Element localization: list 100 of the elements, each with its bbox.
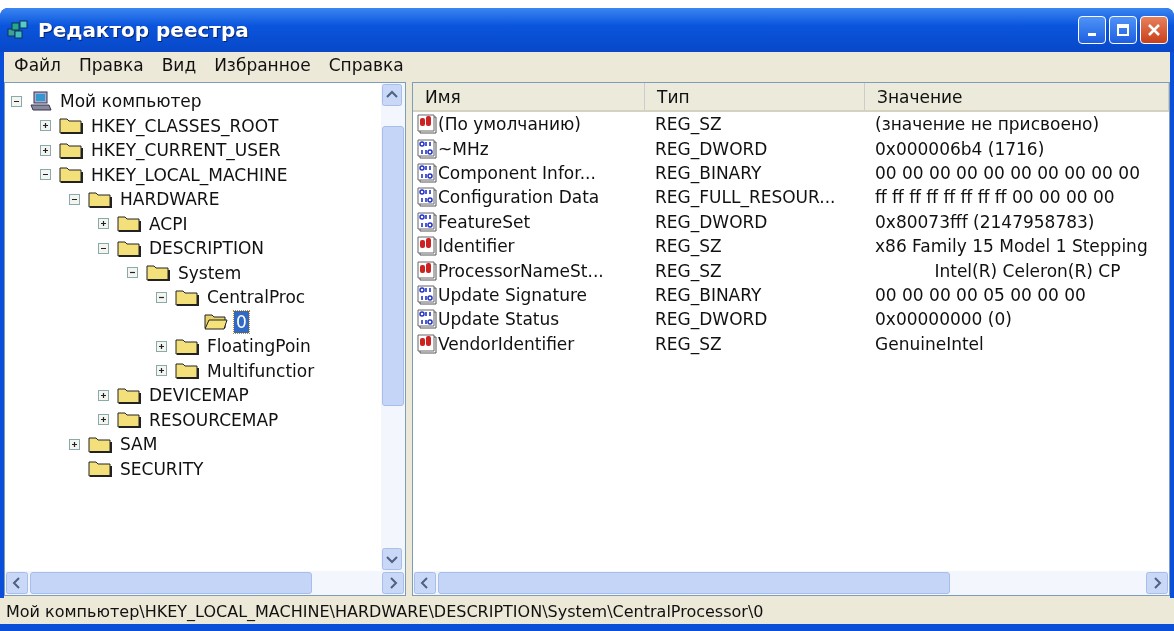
menu-item[interactable]: Избранное bbox=[214, 55, 311, 75]
value-data: 0x000006b4 (1716) bbox=[874, 138, 1046, 159]
value-name[interactable]: (По умолчанию) bbox=[438, 114, 581, 135]
value-data: 0x00000000 (0) bbox=[874, 309, 1013, 330]
scroll-thumb[interactable] bbox=[438, 572, 950, 594]
tree-item[interactable]: FloatingPoin bbox=[205, 335, 313, 358]
tree-item[interactable]: System bbox=[176, 261, 244, 284]
value-data: Intel(R) Celeron(R) CP bbox=[933, 260, 1122, 281]
collapse-icon[interactable] bbox=[98, 242, 109, 254]
value-data: 00 00 00 00 00 00 00 00 00 00 bbox=[874, 162, 1141, 183]
column-header[interactable]: Имя bbox=[413, 83, 645, 110]
folder-icon bbox=[59, 116, 83, 136]
tree-item[interactable]: ACPI bbox=[147, 212, 190, 235]
maximize-button[interactable] bbox=[1109, 16, 1137, 44]
menu-item[interactable]: Вид bbox=[161, 55, 197, 75]
tree-item[interactable]: CentralProc bbox=[205, 286, 308, 309]
tree-item[interactable]: RESOURCEMAP bbox=[147, 408, 281, 431]
tree-item[interactable]: 0 bbox=[234, 310, 249, 333]
menu-item[interactable]: Правка bbox=[78, 55, 144, 75]
scroll-right-icon[interactable] bbox=[382, 572, 404, 594]
tree-item[interactable]: Multifunctior bbox=[205, 359, 317, 382]
folder-icon bbox=[117, 385, 141, 405]
scroll-up-icon[interactable] bbox=[382, 84, 402, 106]
maximize-icon bbox=[1116, 23, 1130, 37]
expand-icon[interactable] bbox=[40, 120, 51, 132]
tree-item[interactable]: Мой компьютер bbox=[58, 90, 204, 113]
horizontal-scrollbar[interactable] bbox=[5, 571, 405, 595]
collapse-icon[interactable] bbox=[69, 193, 80, 205]
value-type: REG_BINARY bbox=[654, 162, 763, 183]
value-name[interactable]: FeatureSet bbox=[438, 211, 531, 232]
tree-item[interactable]: HKEY_CLASSES_ROOT bbox=[89, 114, 281, 137]
value-data: ff ff ff ff ff ff ff ff 00 00 00 00 bbox=[874, 187, 1116, 208]
folder-icon bbox=[117, 238, 141, 258]
expand-icon[interactable] bbox=[98, 389, 109, 401]
expand-icon[interactable] bbox=[156, 340, 167, 352]
string-value-icon bbox=[417, 333, 437, 354]
scroll-left-icon[interactable] bbox=[414, 572, 436, 594]
scroll-right-icon[interactable] bbox=[1146, 572, 1168, 594]
expand-icon[interactable] bbox=[40, 144, 51, 156]
tree-item[interactable]: HKEY_LOCAL_MACHINE bbox=[89, 163, 290, 186]
folder-icon bbox=[146, 263, 170, 283]
tree-item[interactable]: SAM bbox=[118, 433, 160, 456]
close-icon bbox=[1147, 23, 1161, 37]
value-type: REG_SZ bbox=[654, 260, 723, 281]
value-type: REG_SZ bbox=[654, 114, 723, 135]
string-value-icon bbox=[417, 236, 437, 257]
tree-item[interactable]: HARDWARE bbox=[118, 188, 222, 211]
menu-item[interactable]: Справка bbox=[328, 55, 404, 75]
collapse-icon[interactable] bbox=[127, 267, 138, 279]
string-value-icon bbox=[417, 114, 437, 135]
column-header[interactable]: Значение bbox=[865, 83, 1169, 110]
menu-item[interactable]: Файл bbox=[14, 55, 61, 75]
folder-icon bbox=[88, 434, 112, 454]
computer-icon bbox=[30, 91, 52, 112]
value-data: GenuineIntel bbox=[874, 333, 985, 354]
collapse-icon[interactable] bbox=[156, 291, 167, 303]
value-type: REG_DWORD bbox=[654, 138, 769, 159]
binary-value-icon bbox=[417, 187, 437, 208]
value-type: REG_BINARY bbox=[654, 284, 763, 305]
expand-icon[interactable] bbox=[69, 438, 80, 450]
tree-item[interactable]: DESCRIPTION bbox=[147, 237, 267, 260]
value-name[interactable]: Update Signature bbox=[438, 284, 587, 305]
value-name[interactable]: Configuration Data bbox=[438, 187, 600, 208]
tree-item[interactable]: SECURITY bbox=[118, 457, 206, 480]
status-bar: Мой компьютер\HKEY_LOCAL_MACHINE\HARDWARE\DESCRIPTION\System\CentralProcessor\0 bbox=[0, 598, 1174, 627]
value-name[interactable]: Component Infor... bbox=[438, 162, 596, 183]
folder-icon bbox=[175, 361, 199, 381]
value-data: x86 Family 15 Model 1 Stepping bbox=[874, 236, 1149, 257]
tree-item[interactable]: HKEY_CURRENT_USER bbox=[89, 139, 283, 162]
value-name[interactable]: Update Status bbox=[438, 309, 560, 330]
value-type: REG_SZ bbox=[654, 333, 723, 354]
expand-icon[interactable] bbox=[156, 365, 167, 377]
scroll-thumb[interactable] bbox=[382, 126, 404, 406]
vertical-scrollbar[interactable] bbox=[381, 83, 405, 571]
horizontal-scrollbar[interactable] bbox=[413, 571, 1169, 595]
expand-icon[interactable] bbox=[98, 414, 109, 426]
collapse-icon[interactable] bbox=[11, 95, 22, 107]
folder-icon bbox=[88, 459, 112, 479]
folder-icon bbox=[88, 189, 112, 209]
minimize-button[interactable] bbox=[1078, 16, 1106, 44]
folder-icon bbox=[59, 165, 83, 185]
folder-icon bbox=[117, 410, 141, 430]
scroll-thumb[interactable] bbox=[30, 572, 312, 594]
value-name[interactable]: ProcessorNameSt... bbox=[438, 260, 604, 281]
value-name[interactable]: Identifier bbox=[438, 236, 515, 257]
folder-icon bbox=[117, 214, 141, 234]
binary-value-icon bbox=[417, 138, 437, 159]
value-name[interactable]: ~MHz bbox=[438, 138, 489, 159]
scroll-left-icon[interactable] bbox=[6, 572, 28, 594]
collapse-icon[interactable] bbox=[40, 169, 51, 181]
string-value-icon bbox=[417, 260, 437, 281]
column-header[interactable]: Тип bbox=[645, 83, 865, 110]
scroll-down-icon[interactable] bbox=[382, 548, 402, 570]
binary-value-icon bbox=[417, 284, 437, 305]
value-type: REG_FULL_RESOUR... bbox=[654, 187, 837, 208]
tree-item[interactable]: DEVICEMAP bbox=[147, 384, 251, 407]
close-button[interactable] bbox=[1140, 16, 1168, 44]
value-name[interactable]: VendorIdentifier bbox=[438, 333, 575, 354]
expand-icon[interactable] bbox=[98, 218, 109, 230]
value-data: 0x80073fff (2147958783) bbox=[874, 211, 1096, 232]
